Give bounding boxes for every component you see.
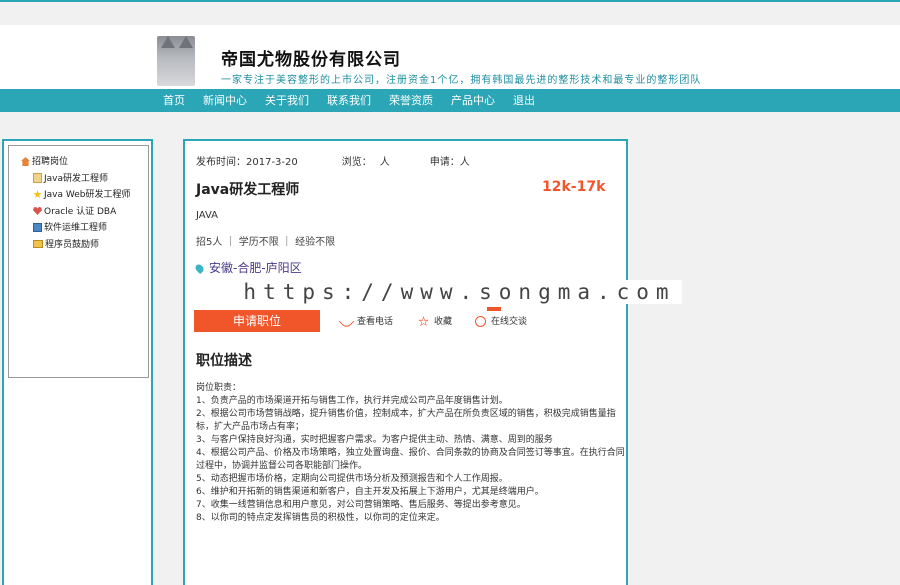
heart-icon xyxy=(33,206,42,216)
tree-item-label: Oracle 认证 DBA xyxy=(44,206,117,217)
nav-home[interactable]: 首页 xyxy=(163,89,185,112)
job-requirements: 招5人 ｜ 学历不限 ｜ 经验不限 xyxy=(196,237,336,248)
nav-logout[interactable]: 退出 xyxy=(513,89,535,112)
tree-item-ops[interactable]: 软件运维工程师 xyxy=(21,220,131,237)
online-chat-action[interactable]: 在线交谈 xyxy=(475,314,527,327)
top-accent-line xyxy=(0,0,900,2)
tree-root-label: 招聘岗位 xyxy=(32,157,69,167)
nav-contact[interactable]: 联系我们 xyxy=(327,89,371,112)
chat-badge xyxy=(487,307,501,311)
tree-item-label: 程序员鼓励师 xyxy=(45,239,100,250)
tree-item-label: Java Web研发工程师 xyxy=(44,190,131,200)
mail-icon xyxy=(33,240,43,248)
applies-label: 申请： xyxy=(429,157,460,168)
star-icon xyxy=(33,190,42,199)
watermark-text: https://www.songma.com xyxy=(237,280,682,304)
description-heading: 职位描述 xyxy=(196,353,252,369)
publish-date: 2017-3-20 xyxy=(246,157,298,168)
job-tree: 招聘岗位 Java研发工程师 Java Web研发工程师 Oracle 认证 D… xyxy=(21,154,131,253)
chat-icon xyxy=(475,316,486,327)
favorite-action[interactable]: 收藏 xyxy=(418,314,452,327)
apply-button[interactable]: 申请职位 xyxy=(194,310,320,332)
description-line: 岗位职责： xyxy=(196,383,242,393)
main-nav: 首页 新闻中心 关于我们 联系我们 荣誉资质 产品中心 退出 xyxy=(0,89,900,112)
location-pin-icon xyxy=(193,262,206,275)
home-icon xyxy=(21,157,30,166)
description-line: 5、动态把握市场价格，定期向公司提供市场分析及预测报告和个人工作周报。 xyxy=(196,474,508,484)
sidebar-tree-box: 招聘岗位 Java研发工程师 Java Web研发工程师 Oracle 认证 D… xyxy=(8,145,149,378)
tree-item-javaweb[interactable]: Java Web研发工程师 xyxy=(21,187,131,204)
document-icon xyxy=(33,173,42,183)
job-title: Java研发工程师 xyxy=(196,182,300,198)
job-location-text: 安徽-合肥-庐阳区 xyxy=(209,261,302,275)
nav-about[interactable]: 关于我们 xyxy=(265,89,309,112)
online-chat-label: 在线交谈 xyxy=(491,317,528,327)
description-line: 1、负责产品的市场渠道开拓与销售工作，执行并完成公司产品年度销售计划。 xyxy=(196,396,508,406)
description-line: 7、收集一线营销信息和用户意见，对公司营销策略、售后服务、等提出参考意见。 xyxy=(196,500,526,510)
job-description: 岗位职责： 1、负责产品的市场渠道开拓与销售工作，执行并完成公司产品年度销售计划… xyxy=(196,382,626,525)
phone-icon xyxy=(338,313,355,330)
description-line: 2、根据公司市场营销战略，提升销售价值，控制成本，扩大产品在所负责区域的销售，积… xyxy=(196,409,616,432)
tree-item-motivator[interactable]: 程序员鼓励师 xyxy=(21,237,131,254)
view-phone-action[interactable]: 查看电话 xyxy=(338,313,394,330)
job-detail-panel: 发布时间：2017-3-20 浏览：人申请：人 Java研发工程师 12k-17k… xyxy=(183,139,628,585)
cat-logo-icon xyxy=(157,36,195,86)
tree-item-java[interactable]: Java研发工程师 xyxy=(21,171,131,188)
company-slogan: 一家专注于美容整形的上市公司，注册资金1个亿，拥有韩国最先进的整形技术和最专业的… xyxy=(221,75,702,86)
nav-honors[interactable]: 荣誉资质 xyxy=(389,89,433,112)
star-outline-icon xyxy=(418,316,429,327)
nav-news[interactable]: 新闻中心 xyxy=(203,89,247,112)
applies-unit: 人 xyxy=(459,157,470,168)
tree-item-label: 软件运维工程师 xyxy=(44,223,108,233)
job-tag: JAVA xyxy=(196,210,219,221)
favorite-label: 收藏 xyxy=(434,317,453,327)
job-salary: 12k-17k xyxy=(542,179,606,195)
grid-icon xyxy=(33,223,42,232)
company-name: 帝国尤物股份有限公司 xyxy=(221,50,401,70)
tree-root-jobs[interactable]: 招聘岗位 xyxy=(21,154,131,171)
tree-item-oracle[interactable]: Oracle 认证 DBA xyxy=(21,204,131,221)
view-phone-label: 查看电话 xyxy=(357,317,394,327)
description-line: 8、以你司的特点定发挥销售员的积极性，以你司的定位来定。 xyxy=(196,513,445,523)
nav-products[interactable]: 产品中心 xyxy=(451,89,495,112)
description-line: 4、根据公司产品、价格及市场策略，独立处置询盘、报价、合同条款的协商及合同签订等… xyxy=(196,448,625,471)
views-label: 浏览： xyxy=(341,157,372,168)
job-location: 安徽-合肥-庐阳区 xyxy=(193,259,302,276)
tree-item-label: Java研发工程师 xyxy=(44,173,109,184)
publish-label: 发布时间： xyxy=(196,157,246,168)
views-unit: 人 xyxy=(379,157,390,168)
description-line: 6、维护和开拓新的销售渠道和新客户，自主开发及拓展上下游用户，尤其是终端用户。 xyxy=(196,487,544,497)
sidebar-panel: 招聘岗位 Java研发工程师 Java Web研发工程师 Oracle 认证 D… xyxy=(2,139,153,585)
job-meta: 发布时间：2017-3-20 浏览：人申请：人 xyxy=(196,153,470,168)
description-line: 3、与客户保持良好沟通，实时把握客户需求。为客户提供主动、热情、满意、周到的服务 xyxy=(196,435,553,445)
